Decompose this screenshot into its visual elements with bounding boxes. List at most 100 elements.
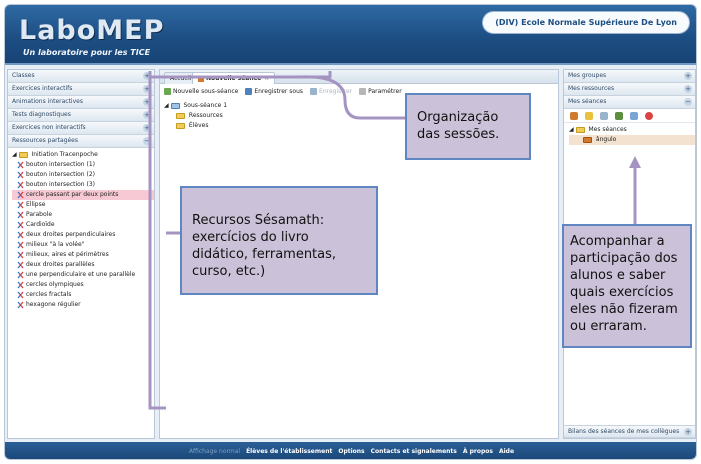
geometry-resource-icon <box>17 271 24 279</box>
folder-icon <box>176 122 185 129</box>
expand-icon[interactable]: + <box>143 98 151 106</box>
collapse-icon[interactable]: − <box>684 98 692 106</box>
right-section-1[interactable]: Mes ressources + <box>564 83 695 96</box>
resource-item[interactable]: bouton intersection (3) <box>12 180 154 190</box>
left-section-5[interactable]: Ressources partagées − <box>8 135 154 148</box>
tab-1[interactable]: Nouvelle séance × <box>192 72 276 84</box>
geometry-resource-icon <box>17 291 24 299</box>
annotation-recursos-text: Recursos Sésamath: exercícios do livro d… <box>192 213 337 279</box>
resource-item-label: cercles olympiques <box>26 281 84 288</box>
geometry-resource-icon <box>17 211 24 219</box>
resource-item[interactable]: Cardioïde <box>12 220 154 230</box>
expand-icon[interactable]: + <box>684 428 692 436</box>
delete-icon[interactable] <box>599 111 608 120</box>
footer-link-5[interactable]: Aide <box>499 448 514 455</box>
colleagues-sessions-section[interactable]: Bilans des séances de mes collègues + <box>564 425 695 438</box>
school-badge: (DIV) Ecole Normale Supérieure De Lyon <box>482 11 690 34</box>
geometry-resource-icon <box>17 171 24 179</box>
expand-arrow-icon[interactable]: ◢ <box>164 102 169 109</box>
labomep-logo: LaboMEP <box>19 15 165 46</box>
section-label: Exercices non interactifs <box>12 124 86 131</box>
geometry-resource-icon <box>17 201 24 209</box>
stats-icon[interactable] <box>614 111 623 120</box>
resource-item-label: Ellipse <box>26 201 46 208</box>
resource-item[interactable]: deux droites perpendiculaires <box>12 230 154 240</box>
geometry-resource-icon <box>17 161 24 169</box>
expand-icon[interactable]: + <box>684 85 692 93</box>
annotation-acompanhar: Acompanhar a participação dos alunos e s… <box>562 224 692 348</box>
resource-item[interactable]: milieux, aires et périmètres <box>12 250 154 260</box>
resource-item-label: bouton intersection (1) <box>26 161 96 168</box>
settings-icon <box>359 88 367 95</box>
toolbar-button-label: Nouvelle sous-séance <box>173 88 239 95</box>
resource-item-label: une perpendiculaire et une parallèle <box>26 271 136 278</box>
collapse-icon[interactable]: − <box>143 137 151 145</box>
expand-icon[interactable]: + <box>143 124 151 132</box>
footer-link-1[interactable]: Élèves de l'établissement <box>246 448 332 455</box>
close-icon[interactable]: × <box>264 75 269 82</box>
left-section-3[interactable]: Tests diagnostiques + <box>8 109 154 122</box>
resource-item-label: cercles fractals <box>26 291 72 298</box>
expand-arrow-icon[interactable]: ◢ <box>569 126 574 133</box>
left-section-4[interactable]: Exercices non interactifs + <box>8 122 154 135</box>
expand-icon[interactable]: + <box>684 72 692 80</box>
remove-icon[interactable] <box>644 111 653 120</box>
session-icon <box>198 75 204 82</box>
resource-item[interactable]: cercles olympiques <box>12 280 154 290</box>
resource-tree: ◢ Initiation Tracenpoche bouton intersec… <box>8 148 154 310</box>
folder-icon <box>176 112 185 119</box>
session-item[interactable]: ângulo <box>569 135 695 145</box>
edit-icon[interactable] <box>584 111 593 120</box>
resource-item-label: milieux "à la volée" <box>26 241 85 248</box>
footer-bar: Affichage normal Élèves de l'établissemen… <box>5 442 696 459</box>
section-label: Mes séances <box>568 98 607 105</box>
resource-item-label: deux droites parallèles <box>26 261 95 268</box>
resources-folder-label: Ressources <box>188 112 223 119</box>
users-icon[interactable] <box>629 111 638 120</box>
resource-item[interactable]: hexagone régulier <box>12 300 154 310</box>
geometry-resource-icon <box>17 191 24 199</box>
expand-arrow-icon[interactable]: ◢ <box>12 151 17 158</box>
toolbar-button-3[interactable]: Paramétrer <box>359 84 402 99</box>
right-section-0[interactable]: Mes groupes + <box>564 70 695 83</box>
footer-link-4[interactable]: À propos <box>463 448 493 455</box>
expand-icon[interactable]: + <box>143 72 151 80</box>
footer-link-2[interactable]: Options <box>338 448 364 455</box>
resource-item[interactable]: cercle passant par deux points <box>12 190 154 200</box>
toolbar-button-2[interactable]: Enregistrer <box>310 84 352 99</box>
right-section-2[interactable]: Mes séances − <box>564 96 695 109</box>
resource-item[interactable]: milieux "à la volée" <box>12 240 154 250</box>
tab-label: Accueil <box>170 75 192 82</box>
resource-item[interactable]: Ellipse <box>12 200 154 210</box>
resource-item-label: Cardioïde <box>26 221 55 228</box>
tree-root[interactable]: ◢ Initiation Tracenpoche <box>12 150 154 160</box>
toolbar-button-0[interactable]: Nouvelle sous-séance <box>164 84 238 99</box>
sessions-tree: ◢ Mes séances ângulo <box>564 123 695 145</box>
toolbar-button-label: Paramétrer <box>368 88 402 95</box>
expand-icon[interactable]: + <box>143 111 151 119</box>
toolbar-button-1[interactable]: Enregistrer sous <box>245 84 303 99</box>
left-section-2[interactable]: Animations interactives + <box>8 96 154 109</box>
tab-label: Nouvelle séance <box>206 75 262 82</box>
footer-link-3[interactable]: Contacts et signalements <box>371 448 457 455</box>
geometry-resource-icon <box>17 251 24 259</box>
section-label: Tests diagnostiques <box>12 111 71 118</box>
resource-item-label: milieux, aires et périmètres <box>26 251 109 258</box>
add-session-icon[interactable] <box>570 111 578 120</box>
expand-icon[interactable]: + <box>143 85 151 93</box>
sessions-root[interactable]: ◢ Mes séances <box>569 125 695 135</box>
save-icon <box>310 88 318 95</box>
resource-item[interactable]: bouton intersection (1) <box>12 160 154 170</box>
geometry-resource-icon <box>17 241 24 249</box>
resource-item[interactable]: cercles fractals <box>12 290 154 300</box>
resource-item[interactable]: deux droites parallèles <box>12 260 154 270</box>
footer-link-0[interactable]: Affichage normal <box>189 448 240 455</box>
left-section-0[interactable]: Classes + <box>8 70 154 83</box>
subsession-label: Sous-séance 1 <box>183 102 228 109</box>
session-item-label: ângulo <box>595 136 617 143</box>
geometry-resource-icon <box>17 301 24 309</box>
resource-item[interactable]: bouton intersection (2) <box>12 170 154 180</box>
resource-item[interactable]: une perpendiculaire et une parallèle <box>12 270 154 280</box>
resource-item[interactable]: Parabole <box>12 210 154 220</box>
left-section-1[interactable]: Exercices interactifs + <box>8 83 154 96</box>
